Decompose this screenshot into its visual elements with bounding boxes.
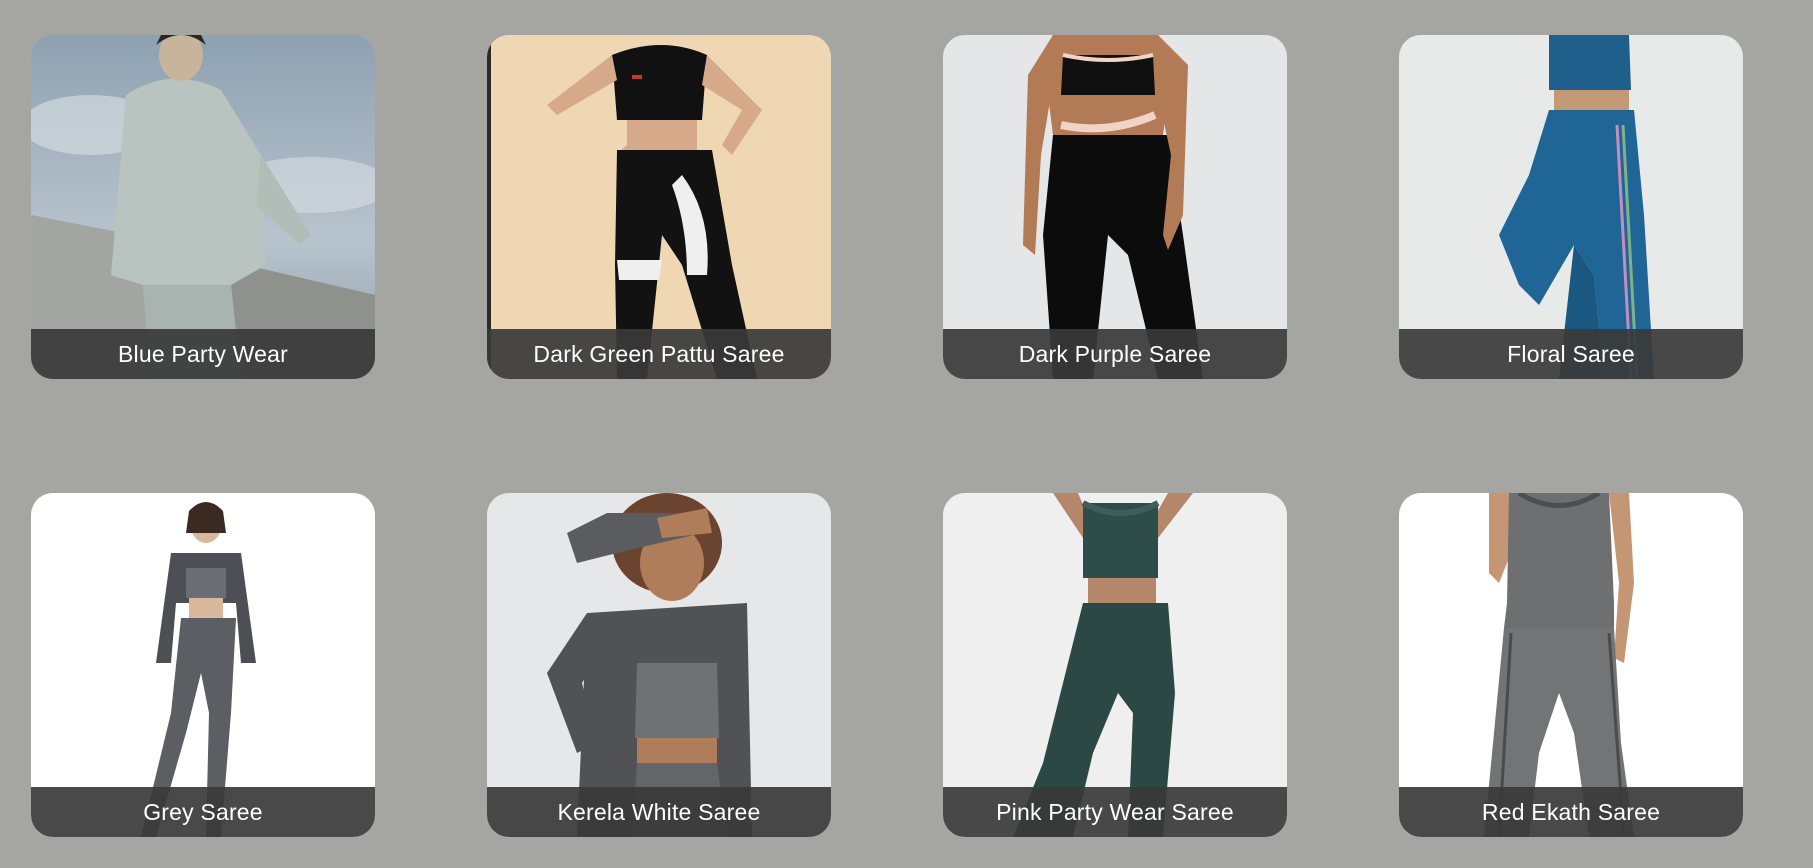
product-image[interactable] [943, 35, 1287, 379]
product-image[interactable] [943, 493, 1287, 837]
product-image[interactable] [1399, 35, 1743, 379]
product-image[interactable] [31, 493, 375, 837]
product-card-floral-saree[interactable]: Floral Saree [1399, 35, 1743, 379]
product-image[interactable] [487, 493, 831, 837]
product-card-grey-saree[interactable]: Grey Saree [31, 493, 375, 837]
product-card-dark-purple-saree[interactable]: Dark Purple Saree [943, 35, 1287, 379]
product-name[interactable]: Floral Saree [1399, 329, 1743, 379]
product-name[interactable]: Dark Green Pattu Saree [487, 329, 831, 379]
product-card-kerela-white-saree[interactable]: Kerela White Saree [487, 493, 831, 837]
product-name[interactable]: Pink Party Wear Saree [943, 787, 1287, 837]
product-name[interactable]: Kerela White Saree [487, 787, 831, 837]
product-name[interactable]: Blue Party Wear [31, 329, 375, 379]
product-card-blue-party-wear[interactable]: Blue Party Wear [31, 35, 375, 379]
product-card-red-ekath-saree[interactable]: Red Ekath Saree [1399, 493, 1743, 837]
product-image[interactable] [1399, 493, 1743, 837]
product-name[interactable]: Dark Purple Saree [943, 329, 1287, 379]
product-grid: Blue Party Wear Dark Green Pattu Saree D… [31, 35, 1743, 837]
product-name[interactable]: Grey Saree [31, 787, 375, 837]
product-card-pink-party-wear-saree[interactable]: Pink Party Wear Saree [943, 493, 1287, 837]
product-name[interactable]: Red Ekath Saree [1399, 787, 1743, 837]
product-card-dark-green-pattu-saree[interactable]: Dark Green Pattu Saree [487, 35, 831, 379]
product-image[interactable] [487, 35, 831, 379]
product-image[interactable] [31, 35, 375, 379]
